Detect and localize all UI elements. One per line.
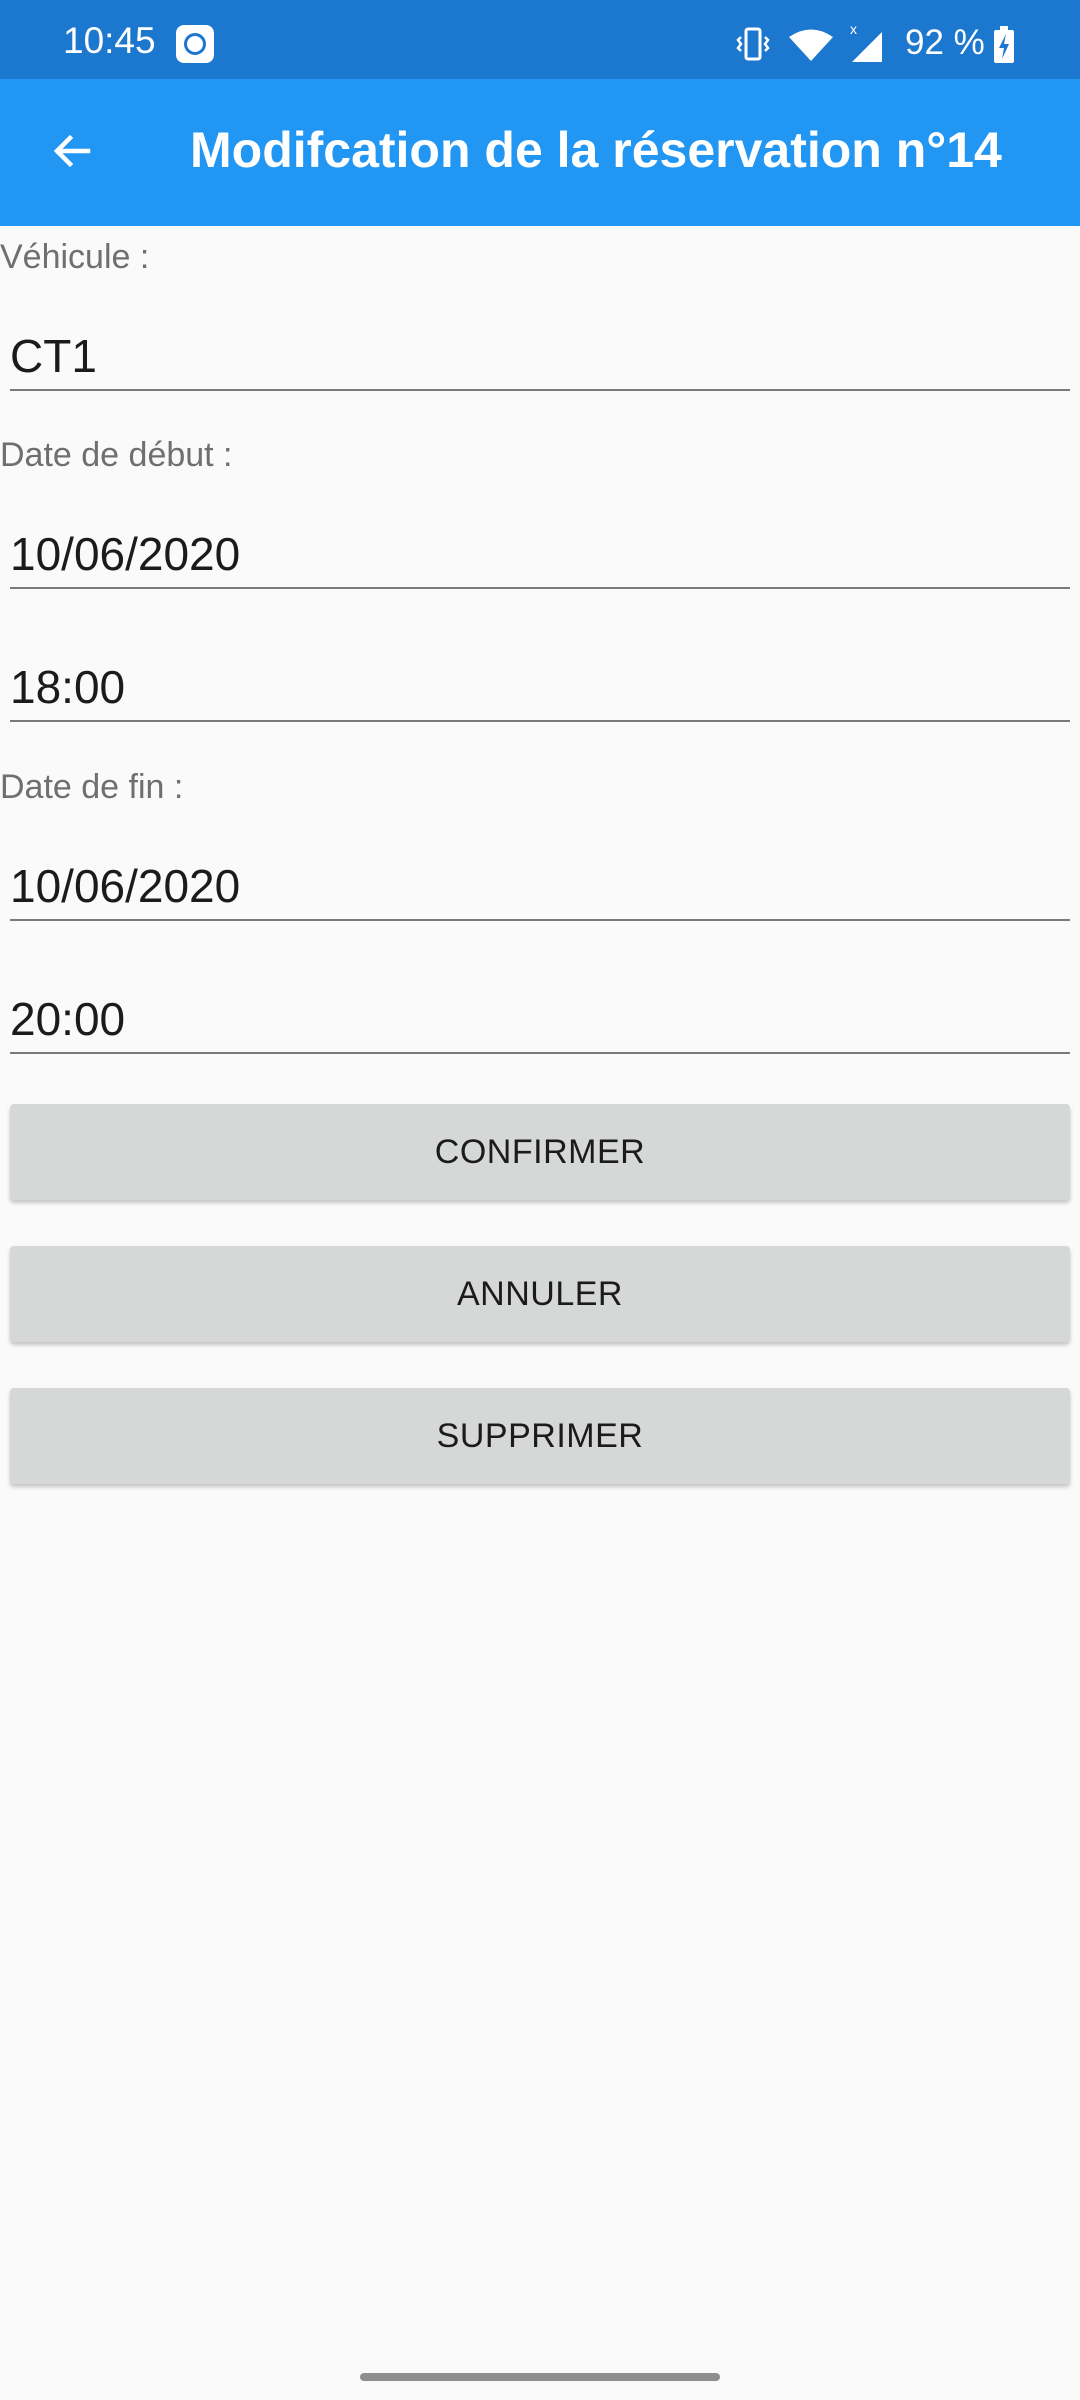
delete-button[interactable]: SUPPRIMER xyxy=(10,1388,1070,1484)
page-title: Modifcation de la réservation n°14 xyxy=(190,122,1002,178)
vehicle-field[interactable]: CT1 xyxy=(10,321,1070,391)
start-time-field[interactable]: 18:00 xyxy=(10,652,1070,722)
vehicle-label: Véhicule : xyxy=(0,238,150,276)
vibrate-icon xyxy=(736,27,770,61)
confirm-button[interactable]: CONFIRMER xyxy=(10,1104,1070,1200)
wifi-icon xyxy=(789,29,833,61)
end-time-value: 20:00 xyxy=(10,993,126,1045)
start-time-value: 18:00 xyxy=(10,661,126,713)
end-date-value: 10/06/2020 xyxy=(10,860,241,912)
end-date-label: Date de fin : xyxy=(0,768,184,806)
status-bar: 10:45 x 92 % xyxy=(0,0,1080,79)
back-button[interactable] xyxy=(36,115,108,187)
start-date-label: Date de début : xyxy=(0,436,233,474)
vehicle-value: CT1 xyxy=(10,330,97,382)
status-time: 10:45 xyxy=(63,20,156,61)
app-notification-icon xyxy=(176,25,214,63)
svg-text:x: x xyxy=(850,22,857,37)
start-date-field[interactable]: 10/06/2020 xyxy=(10,519,1070,589)
arrow-left-icon xyxy=(53,134,91,168)
end-time-field[interactable]: 20:00 xyxy=(10,984,1070,1054)
start-date-value: 10/06/2020 xyxy=(10,528,241,580)
battery-percentage: 92 % xyxy=(905,23,985,62)
end-date-field[interactable]: 10/06/2020 xyxy=(10,851,1070,921)
signal-icon: x xyxy=(850,22,882,62)
cancel-button[interactable]: ANNULER xyxy=(10,1246,1070,1342)
battery-charging-icon xyxy=(994,26,1014,63)
app-bar: Modifcation de la réservation n°14 xyxy=(0,79,1080,226)
gesture-navigation-bar[interactable] xyxy=(360,2373,720,2381)
